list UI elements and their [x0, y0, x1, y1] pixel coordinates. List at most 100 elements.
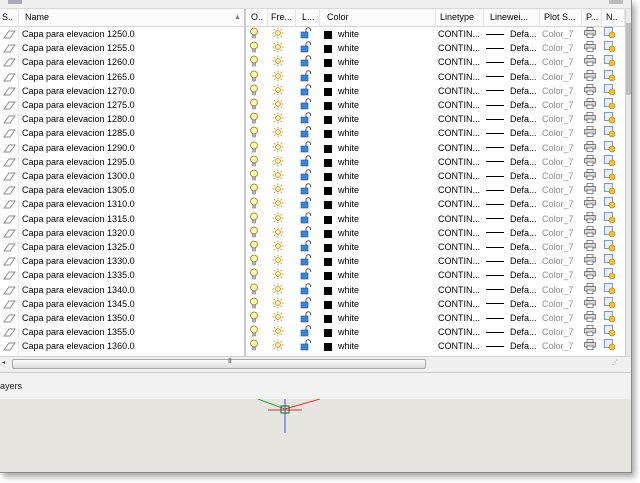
- new-viewport-freeze-icon[interactable]: [604, 27, 618, 41]
- horizontal-scroll-thumb[interactable]: III: [12, 358, 426, 369]
- layer-name[interactable]: Capa para elevacion 1265.0: [22, 70, 242, 84]
- layer-color-name[interactable]: white: [338, 141, 418, 155]
- layer-plotstyle[interactable]: Color_7: [542, 339, 582, 353]
- new-viewport-freeze-icon[interactable]: [604, 282, 618, 297]
- layer-name[interactable]: Capa para elevacion 1275.0: [22, 98, 242, 112]
- printer-icon[interactable]: [584, 311, 598, 325]
- color-swatch[interactable]: [324, 215, 332, 224]
- layer-name[interactable]: Capa para elevacion 1330.0: [22, 254, 242, 268]
- lightbulb-icon[interactable]: [249, 240, 261, 254]
- new-viewport-freeze-icon[interactable]: [604, 339, 618, 353]
- layer-plotstyle[interactable]: Color_7: [542, 226, 582, 240]
- layer-linetype[interactable]: CONTIN...: [438, 55, 486, 69]
- sun-icon[interactable]: [272, 141, 286, 155]
- sun-icon[interactable]: [272, 112, 286, 126]
- printer-icon[interactable]: [584, 282, 598, 297]
- layer-lineweight[interactable]: Defa...: [486, 325, 540, 339]
- lightbulb-icon[interactable]: [249, 155, 261, 169]
- printer-icon[interactable]: [584, 225, 598, 240]
- layer-row[interactable]: Capa para elevacion 1300.0 white CONTIN...…: [0, 169, 625, 183]
- col-status-header[interactable]: S..: [0, 9, 19, 26]
- new-viewport-freeze-icon[interactable]: [604, 69, 618, 84]
- scroll-left-icon[interactable]: ◂: [2, 359, 10, 369]
- printer-icon[interactable]: [584, 268, 598, 282]
- sun-icon[interactable]: [272, 226, 286, 240]
- layer-lineweight[interactable]: Defa...: [486, 240, 540, 254]
- new-viewport-freeze-icon[interactable]: [604, 98, 618, 112]
- sun-icon[interactable]: [272, 84, 286, 98]
- color-swatch[interactable]: [324, 329, 332, 338]
- sun-icon[interactable]: [272, 98, 286, 112]
- layer-row[interactable]: Capa para elevacion 1280.0 white CONTIN...…: [0, 112, 625, 126]
- unlock-icon[interactable]: [300, 240, 314, 254]
- new-viewport-freeze-icon[interactable]: [604, 41, 618, 55]
- layer-plotstyle[interactable]: Color_7: [542, 27, 582, 41]
- layer-plotstyle[interactable]: Color_7: [542, 112, 582, 126]
- sun-icon[interactable]: [272, 268, 286, 282]
- printer-icon[interactable]: [584, 98, 598, 112]
- layer-lineweight[interactable]: Defa...: [486, 226, 540, 240]
- layer-lineweight[interactable]: Defa...: [486, 283, 540, 297]
- layer-lineweight[interactable]: Defa...: [486, 84, 540, 98]
- lightbulb-icon[interactable]: [249, 311, 261, 325]
- layer-name[interactable]: Capa para elevacion 1360.0: [22, 339, 242, 353]
- layer-name[interactable]: Capa para elevacion 1255.0: [22, 41, 242, 55]
- layer-lineweight[interactable]: Defa...: [486, 141, 540, 155]
- color-swatch[interactable]: [324, 158, 332, 167]
- col-on-header[interactable]: O..: [246, 9, 268, 26]
- printer-icon[interactable]: [584, 339, 598, 353]
- layer-plotstyle[interactable]: Color_7: [542, 283, 582, 297]
- sun-icon[interactable]: [272, 297, 286, 311]
- layer-plotstyle[interactable]: Color_7: [542, 311, 582, 325]
- layer-plotstyle[interactable]: Color_7: [542, 240, 582, 254]
- unlock-icon[interactable]: [300, 69, 314, 84]
- color-swatch[interactable]: [324, 45, 332, 54]
- unlock-icon[interactable]: [300, 339, 314, 353]
- col-plotstyle-header[interactable]: Plot S...: [540, 9, 582, 26]
- col-color-header[interactable]: Color: [320, 9, 436, 26]
- new-viewport-freeze-icon[interactable]: [604, 112, 618, 126]
- layer-color-name[interactable]: white: [338, 268, 418, 282]
- layer-linetype[interactable]: CONTIN...: [438, 41, 486, 55]
- color-swatch[interactable]: [324, 116, 332, 125]
- printer-icon[interactable]: [584, 154, 598, 169]
- layer-row[interactable]: Capa para elevacion 1310.0 white CONTIN...…: [0, 197, 625, 211]
- layer-color-name[interactable]: white: [338, 240, 418, 254]
- unlock-icon[interactable]: [300, 183, 314, 197]
- new-viewport-freeze-icon[interactable]: [604, 240, 618, 254]
- layer-row[interactable]: Capa para elevacion 1260.0 white CONTIN...…: [0, 55, 625, 69]
- color-swatch[interactable]: [324, 187, 332, 196]
- new-viewport-freeze-icon[interactable]: [604, 154, 618, 169]
- color-swatch[interactable]: [324, 87, 332, 96]
- layer-name[interactable]: Capa para elevacion 1250.0: [22, 27, 242, 41]
- printer-icon[interactable]: [584, 254, 598, 268]
- layer-linetype[interactable]: CONTIN...: [438, 84, 486, 98]
- sun-icon[interactable]: [272, 41, 286, 55]
- layer-plotstyle[interactable]: Color_7: [542, 325, 582, 339]
- layer-row[interactable]: Capa para elevacion 1340.0 white CONTIN...…: [0, 282, 625, 297]
- layer-name[interactable]: Capa para elevacion 1305.0: [22, 183, 242, 197]
- col-lineweight-header[interactable]: Linewei...: [484, 9, 540, 26]
- unlock-icon[interactable]: [300, 55, 314, 69]
- layer-lineweight[interactable]: Defa...: [486, 169, 540, 183]
- layer-color-name[interactable]: white: [338, 155, 418, 169]
- layer-plotstyle[interactable]: Color_7: [542, 84, 582, 98]
- layer-lineweight[interactable]: Defa...: [486, 126, 540, 140]
- layer-color-name[interactable]: white: [338, 325, 418, 339]
- new-viewport-freeze-icon[interactable]: [604, 296, 618, 311]
- layer-linetype[interactable]: CONTIN...: [438, 268, 486, 282]
- layer-plotstyle[interactable]: Color_7: [542, 183, 582, 197]
- sun-icon[interactable]: [272, 212, 286, 226]
- sun-icon[interactable]: [272, 325, 286, 339]
- color-swatch[interactable]: [324, 201, 332, 210]
- layer-row[interactable]: Capa para elevacion 1350.0 white CONTIN...…: [0, 311, 625, 325]
- printer-icon[interactable]: [584, 296, 598, 311]
- lightbulb-icon[interactable]: [249, 183, 261, 197]
- layer-name[interactable]: Capa para elevacion 1280.0: [22, 112, 242, 126]
- printer-icon[interactable]: [584, 169, 598, 183]
- printer-icon[interactable]: [584, 325, 598, 339]
- layer-name[interactable]: Capa para elevacion 1310.0: [22, 197, 242, 211]
- sun-icon[interactable]: [272, 183, 286, 197]
- printer-icon[interactable]: [584, 211, 598, 226]
- layer-color-name[interactable]: white: [338, 126, 418, 140]
